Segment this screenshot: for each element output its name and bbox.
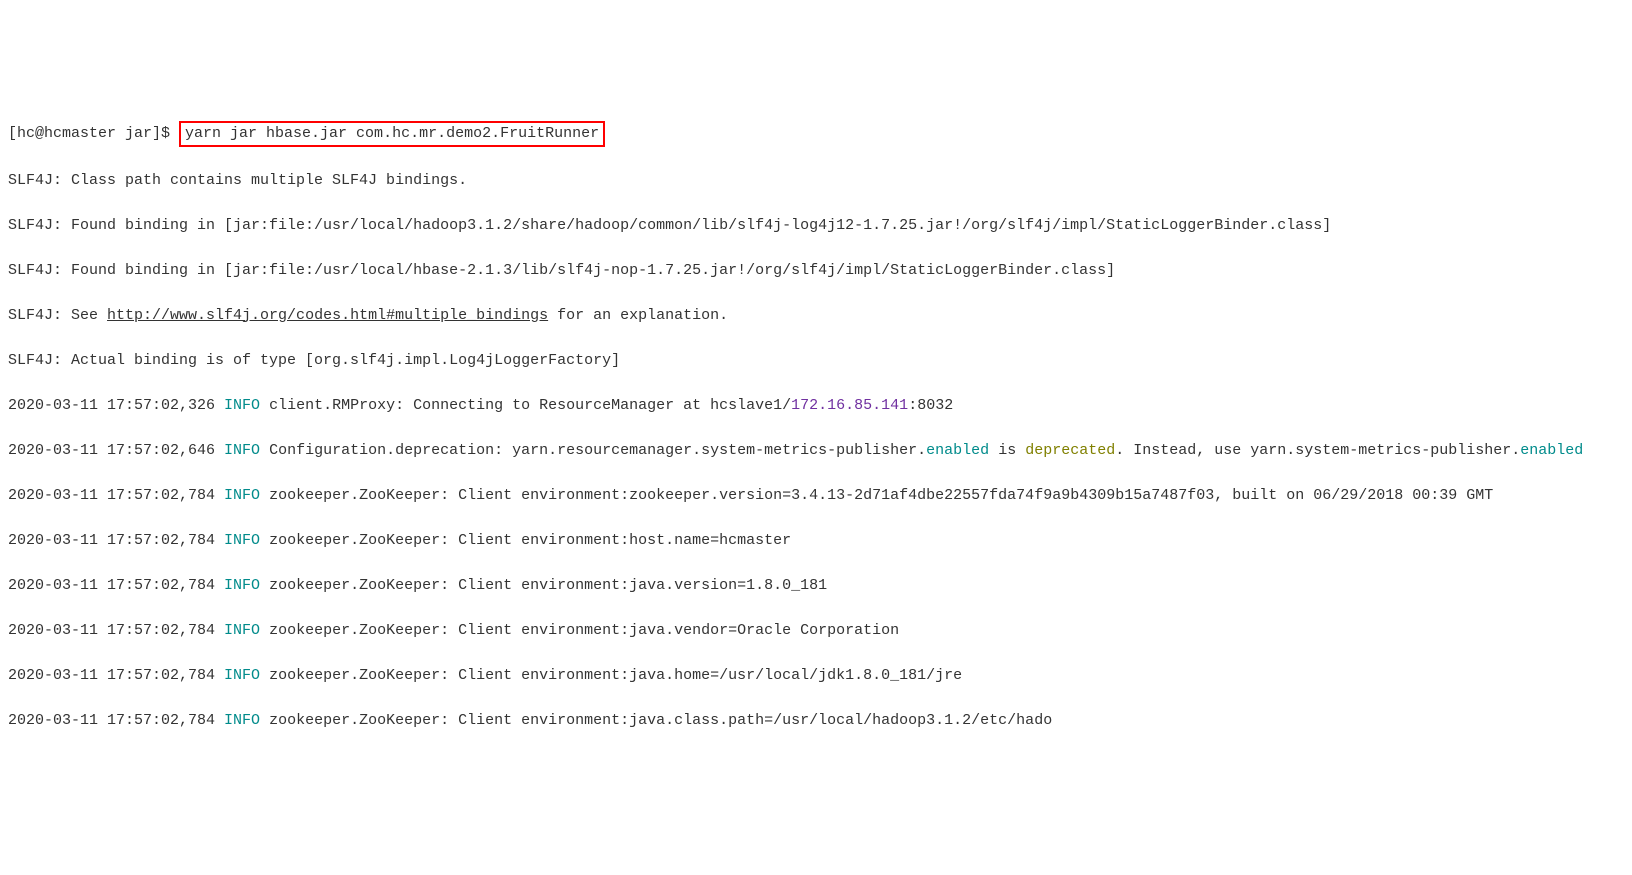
log-line: 2020-03-11 17:57:02,784 INFO zookeeper.Z… <box>8 530 1624 553</box>
log-timestamp: 2020-03-11 17:57:02,784 <box>8 487 224 504</box>
log-line: 2020-03-11 17:57:02,326 INFO client.RMPr… <box>8 395 1624 418</box>
log-line: SLF4J: Found binding in [jar:file:/usr/l… <box>8 260 1624 283</box>
log-text: is <box>989 442 1025 459</box>
log-text: . Instead, use yarn.system-metrics-publi… <box>1115 442 1520 459</box>
log-line: 2020-03-11 17:57:02,784 INFO zookeeper.Z… <box>8 575 1624 598</box>
log-text: zookeeper.ZooKeeper: Client environment:… <box>260 577 827 594</box>
log-line: 2020-03-11 17:57:02,784 INFO zookeeper.Z… <box>8 620 1624 643</box>
log-line: 2020-03-11 17:57:02,784 INFO zookeeper.Z… <box>8 485 1624 508</box>
highlighted-command: yarn jar hbase.jar com.hc.mr.demo2.Fruit… <box>179 121 605 148</box>
log-level-info: INFO <box>224 442 260 459</box>
log-text: :8032 <box>908 397 953 414</box>
log-line: 2020-03-11 17:57:02,784 INFO zookeeper.Z… <box>8 710 1624 733</box>
log-line: SLF4J: Class path contains multiple SLF4… <box>8 170 1624 193</box>
log-text: zookeeper.ZooKeeper: Client environment:… <box>260 487 1493 504</box>
log-line: SLF4J: See http://www.slf4j.org/codes.ht… <box>8 305 1624 328</box>
command-line: [hc@hcmaster jar]$ yarn jar hbase.jar co… <box>8 121 1624 148</box>
keyword-enabled: enabled <box>1520 442 1583 459</box>
log-line: SLF4J: Found binding in [jar:file:/usr/l… <box>8 215 1624 238</box>
log-level-info: INFO <box>224 532 260 549</box>
log-text: zookeeper.ZooKeeper: Client environment:… <box>260 622 899 639</box>
log-text: zookeeper.ZooKeeper: Client environment:… <box>260 667 962 684</box>
log-level-info: INFO <box>224 577 260 594</box>
keyword-deprecated: deprecated <box>1025 442 1115 459</box>
log-text: for an explanation. <box>548 307 728 324</box>
terminal-output: [hc@hcmaster jar]$ yarn jar hbase.jar co… <box>8 98 1624 755</box>
log-level-info: INFO <box>224 667 260 684</box>
ip-address: 172.16.85.141 <box>791 397 908 414</box>
keyword-enabled: enabled <box>926 442 989 459</box>
log-timestamp: 2020-03-11 17:57:02,784 <box>8 532 224 549</box>
log-timestamp: 2020-03-11 17:57:02,784 <box>8 712 224 729</box>
log-text: zookeeper.ZooKeeper: Client environment:… <box>260 712 1052 729</box>
shell-prompt: [hc@hcmaster jar]$ <box>8 125 179 142</box>
log-level-info: INFO <box>224 487 260 504</box>
log-timestamp: 2020-03-11 17:57:02,646 <box>8 442 224 459</box>
log-level-info: INFO <box>224 712 260 729</box>
log-url: http://www.slf4j.org/codes.html#multiple… <box>107 307 548 324</box>
log-timestamp: 2020-03-11 17:57:02,784 <box>8 577 224 594</box>
log-timestamp: 2020-03-11 17:57:02,784 <box>8 667 224 684</box>
log-timestamp: 2020-03-11 17:57:02,326 <box>8 397 224 414</box>
log-text: SLF4J: See <box>8 307 107 324</box>
log-text: client.RMProxy: Connecting to ResourceMa… <box>260 397 791 414</box>
log-line: 2020-03-11 17:57:02,784 INFO zookeeper.Z… <box>8 665 1624 688</box>
log-text: Configuration.deprecation: yarn.resource… <box>260 442 926 459</box>
log-line: 2020-03-11 17:57:02,646 INFO Configurati… <box>8 440 1624 463</box>
log-level-info: INFO <box>224 397 260 414</box>
log-timestamp: 2020-03-11 17:57:02,784 <box>8 622 224 639</box>
log-line: SLF4J: Actual binding is of type [org.sl… <box>8 350 1624 373</box>
log-text: zookeeper.ZooKeeper: Client environment:… <box>260 532 791 549</box>
log-level-info: INFO <box>224 622 260 639</box>
